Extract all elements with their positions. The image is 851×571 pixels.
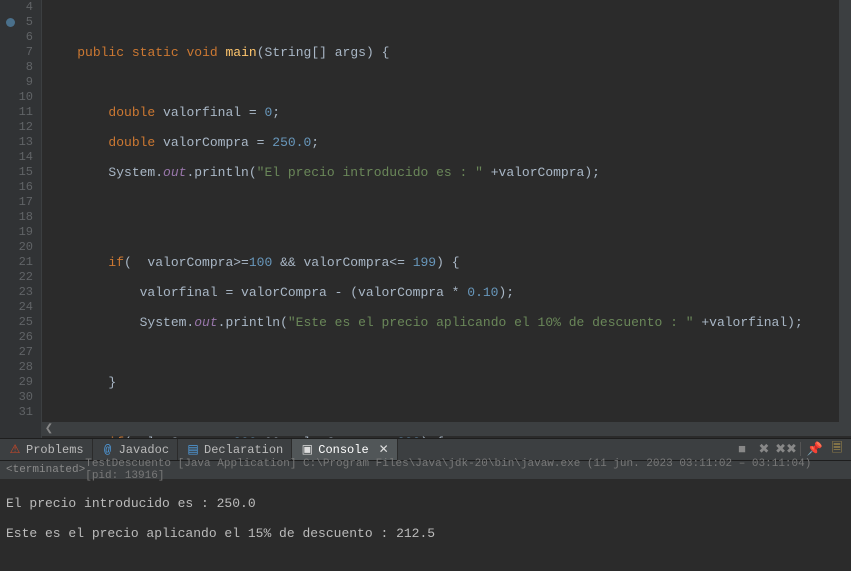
line-number: 14 (0, 150, 33, 165)
line-number: 20 (0, 240, 33, 255)
code-line: System.out.println("Este es el precio ap… (46, 315, 851, 330)
line-number: 13 (0, 135, 33, 150)
line-number: 26 (0, 330, 33, 345)
console-output[interactable]: El precio introducido es : 250.0 Este es… (0, 479, 851, 525)
pin-console-icon[interactable]: 📌 (807, 442, 823, 458)
console-header: <terminated> TestDescuento [Java Applica… (0, 461, 851, 479)
remove-all-icon[interactable]: ✖ (756, 442, 772, 458)
declaration-icon: ▤ (186, 443, 200, 457)
line-number: 29 (0, 375, 33, 390)
tab-label: Problems (26, 443, 84, 457)
bottom-panel: ⚠ Problems @ Javadoc ▤ Declaration ▣ Con… (0, 438, 851, 525)
line-number: 15 (0, 165, 33, 180)
tab-label: Console (318, 443, 368, 457)
tab-declaration[interactable]: ▤ Declaration (178, 439, 292, 460)
code-editor[interactable]: 4 5 6 7 8 9 10 11 12 13 14 15 16 17 18 1… (0, 0, 851, 438)
close-icon[interactable]: ✕ (373, 442, 389, 457)
code-line (46, 225, 851, 240)
problems-icon: ⚠ (8, 443, 22, 457)
code-line: double valorfinal = 0; (46, 105, 851, 120)
line-number: 9 (0, 75, 33, 90)
line-number: 16 (0, 180, 33, 195)
line-number: 18 (0, 210, 33, 225)
code-line (46, 345, 851, 360)
line-number-gutter: 4 5 6 7 8 9 10 11 12 13 14 15 16 17 18 1… (0, 0, 42, 438)
tab-problems[interactable]: ⚠ Problems (0, 439, 93, 460)
code-line: } (46, 375, 851, 390)
line-number: 23 (0, 285, 33, 300)
line-number: 10 (0, 90, 33, 105)
line-number: 4 (0, 0, 33, 15)
tab-console[interactable]: ▣ Console ✕ (292, 439, 397, 460)
console-line: El precio introducido es : 250.0 (6, 496, 845, 511)
line-number: 19 (0, 225, 33, 240)
line-number: 24 (0, 300, 33, 315)
tab-label: Declaration (204, 443, 283, 457)
line-number: 5 (0, 15, 33, 30)
tab-label: Javadoc (119, 443, 169, 457)
line-number: 8 (0, 60, 33, 75)
scroll-left-icon[interactable]: ❮ (42, 422, 56, 436)
code-line (46, 195, 851, 210)
code-line (46, 75, 851, 90)
console-icon: ▣ (300, 443, 314, 457)
line-number: 28 (0, 360, 33, 375)
line-number: 31 (0, 405, 33, 420)
code-body[interactable]: public static void main(String[] args) {… (42, 0, 851, 438)
code-line: valorfinal = valorCompra - (valorCompra … (46, 285, 851, 300)
line-number: 11 (0, 105, 33, 120)
line-number: 6 (0, 30, 33, 45)
display-selected-icon[interactable]: 🗏 (829, 442, 845, 458)
tab-javadoc[interactable]: @ Javadoc (93, 439, 178, 460)
line-number: 22 (0, 270, 33, 285)
vertical-scrollbar[interactable] (839, 0, 851, 436)
breakpoint-icon[interactable] (6, 18, 15, 27)
code-line (46, 405, 851, 420)
line-number: 30 (0, 390, 33, 405)
javadoc-icon: @ (101, 443, 115, 457)
line-number: 25 (0, 315, 33, 330)
remove-all2-icon[interactable]: ✖✖ (778, 442, 794, 458)
remove-launch-icon[interactable]: ■ (734, 442, 750, 458)
code-line: if( valorCompra>=100 && valorCompra<= 19… (46, 255, 851, 270)
line-number: 7 (0, 45, 33, 60)
code-line (46, 15, 851, 30)
code-line: public static void main(String[] args) { (46, 45, 851, 60)
horizontal-scrollbar[interactable]: ❮ (42, 422, 839, 436)
line-number: 27 (0, 345, 33, 360)
line-number: 12 (0, 120, 33, 135)
line-number: 17 (0, 195, 33, 210)
line-number: 21 (0, 255, 33, 270)
code-line: double valorCompra = 250.0; (46, 135, 851, 150)
code-line: System.out.println("El precio introducid… (46, 165, 851, 180)
console-line: Este es el precio aplicando el 15% de de… (6, 526, 845, 541)
